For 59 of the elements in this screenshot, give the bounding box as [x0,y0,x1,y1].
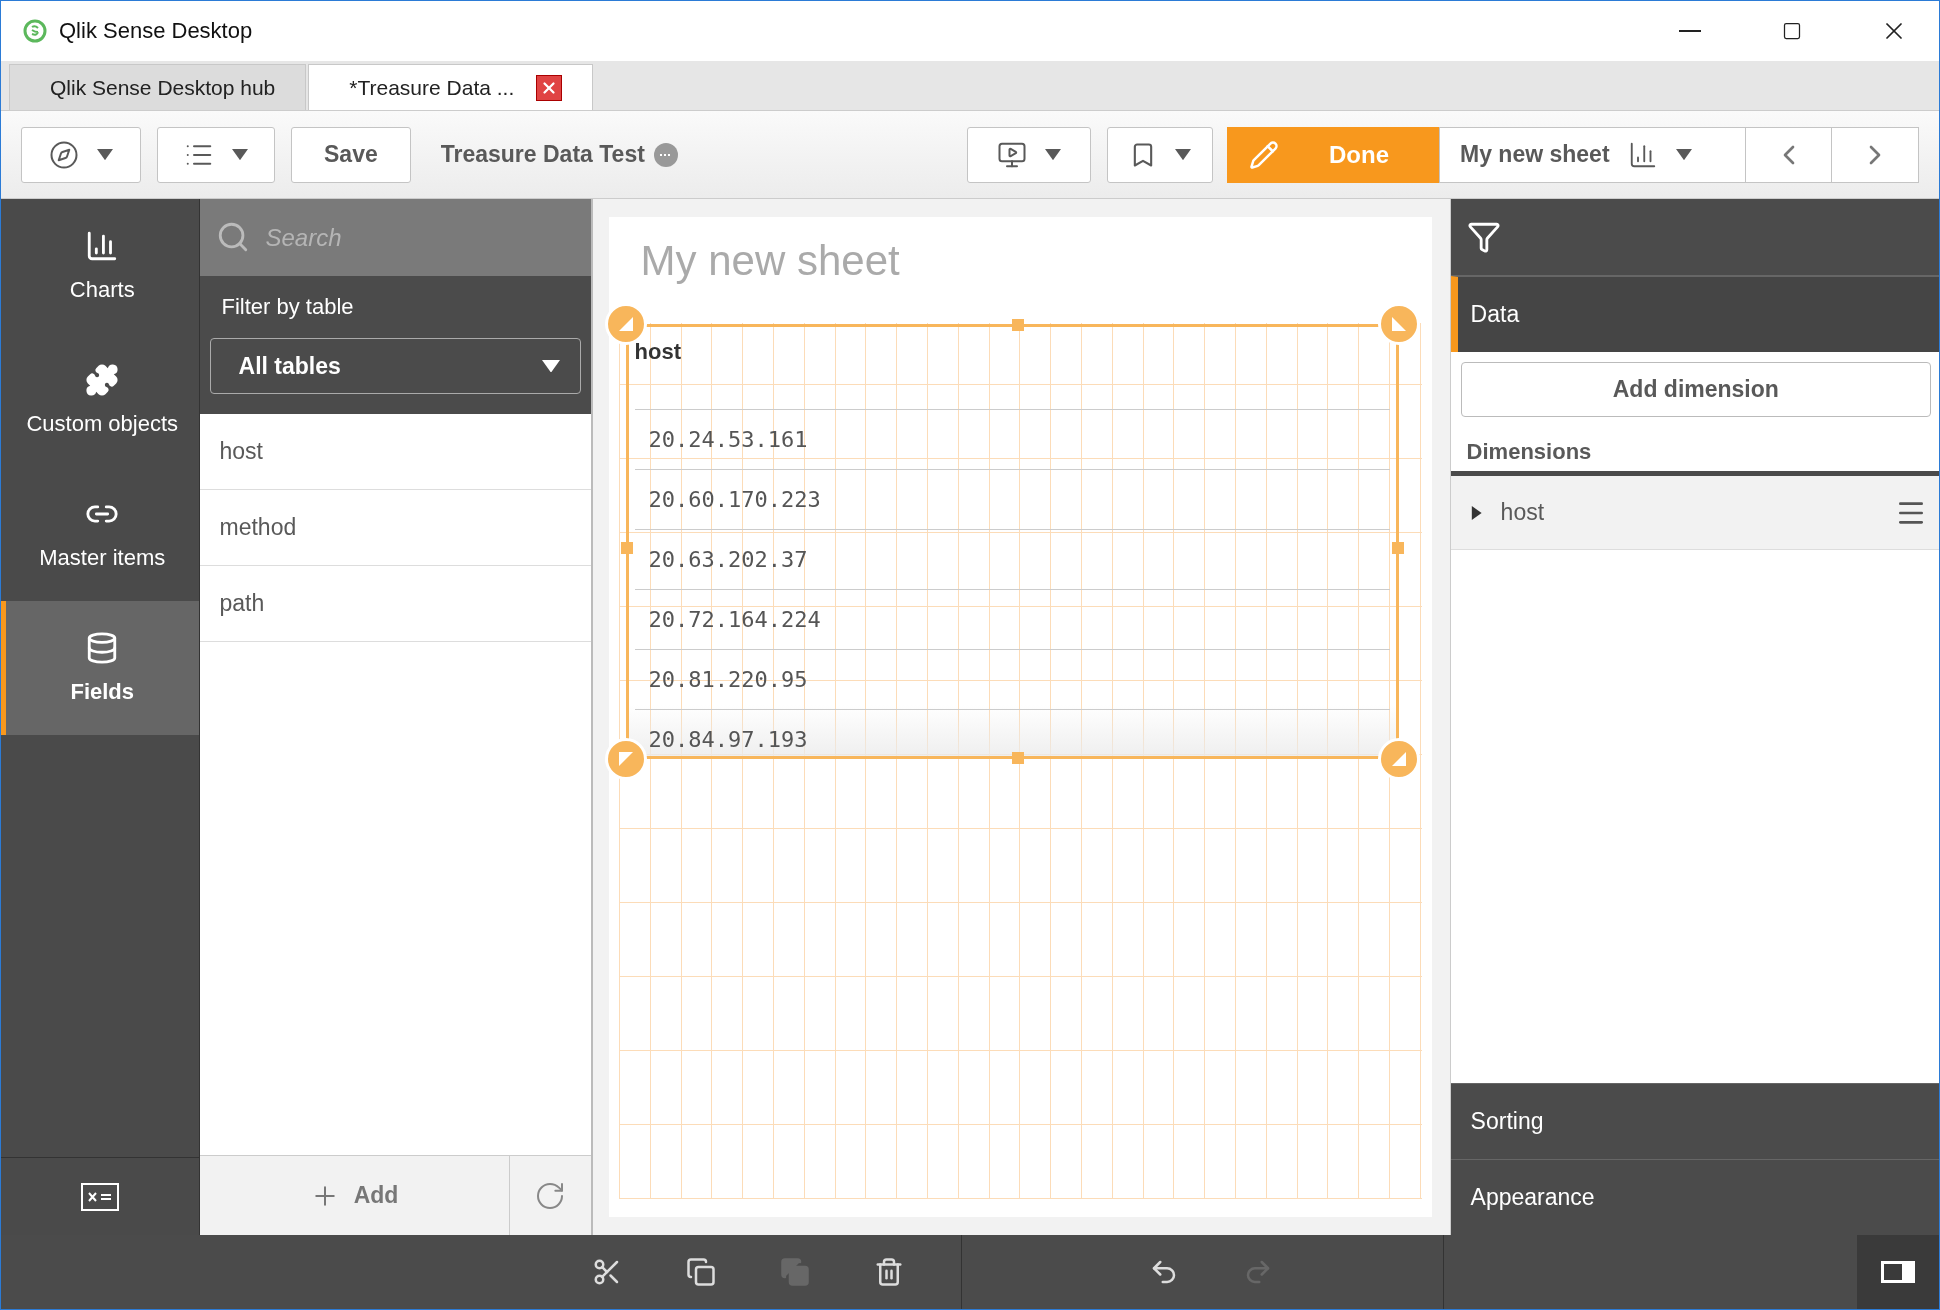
table-cell: 20.24.53.161 [634,409,1390,469]
menu-button[interactable] [157,126,275,183]
section-header[interactable]: Appearance [1450,1159,1939,1235]
maximize-icon [1782,21,1802,41]
column-header: host [634,339,683,366]
table-cell: 20.63.202.37 [634,529,1390,589]
bookmark-button[interactable] [1107,126,1213,183]
field-item[interactable]: path [199,566,591,642]
edge-handle[interactable] [620,541,633,554]
field-item[interactable]: host [199,414,591,490]
edge-handle[interactable] [1391,541,1404,554]
browser-tab[interactable]: *Treasure Data ... [308,64,594,110]
caret-icon [1045,148,1061,161]
section-header[interactable]: Data [1450,276,1939,352]
section-header[interactable]: Sorting [1450,1083,1939,1159]
present-button[interactable] [967,126,1091,183]
dimension-row[interactable]: host [1450,476,1939,550]
window-title: Qlik Sense Desktop [59,18,254,44]
table-cell: 20.81.220.95 [634,649,1390,709]
caret-icon [232,148,248,161]
compass-icon [49,139,79,170]
caret-icon [1175,148,1191,161]
table-cell: 20.72.164.224 [634,589,1390,649]
caret-icon [1675,148,1692,161]
filter-icon[interactable] [1466,220,1501,254]
tab-label: *Treasure Data ... [349,75,515,100]
dimension-name: host [1500,499,1546,526]
minimize-icon [1679,30,1701,32]
field-item[interactable]: method [199,490,591,566]
add-dimension-button[interactable]: Add dimension [1460,362,1931,417]
panel-toggle-button[interactable] [1857,1235,1939,1309]
browser-tab[interactable]: Qlik Sense Desktop hub [9,64,307,110]
panel-layout-icon [1880,1260,1916,1284]
nav-item[interactable]: Fields [1,601,199,735]
table-dropdown[interactable]: All tables [209,338,581,394]
puzzle-icon [85,363,120,397]
search-field[interactable]: Search [199,199,591,276]
edge-handle[interactable] [1012,319,1025,331]
app-title: Treasure Data Test [440,141,645,168]
nav-item[interactable]: Master items [1,467,199,601]
caret-icon [97,148,113,161]
table-object[interactable]: host 20.24.53.161 20.60.170.223 20.63.202.37 20.72.164.224 20.81.220.95 20.84.97.193 [625,324,1399,759]
tab-label: Qlik Sense Desktop hub [50,75,276,100]
filter-label: Filter by table [220,294,355,320]
navigation-button[interactable] [21,126,141,183]
app-logo-icon [23,19,47,43]
tab-close-button[interactable] [536,74,563,101]
sheet-title: My new sheet [639,236,901,286]
variable-icon[interactable] [80,1182,119,1211]
edge-handle[interactable] [1012,752,1025,764]
caret-icon [541,359,560,373]
table-cell: 20.60.170.223 [634,469,1390,529]
pencil-icon [1249,139,1279,170]
save-button[interactable]: Save [291,126,411,183]
nav-item[interactable]: Charts [1,199,199,333]
more-icon [652,141,679,168]
copy-icon [685,1257,716,1287]
nav-item[interactable]: Custom objects [1,333,199,467]
layers-icon [779,1257,810,1287]
